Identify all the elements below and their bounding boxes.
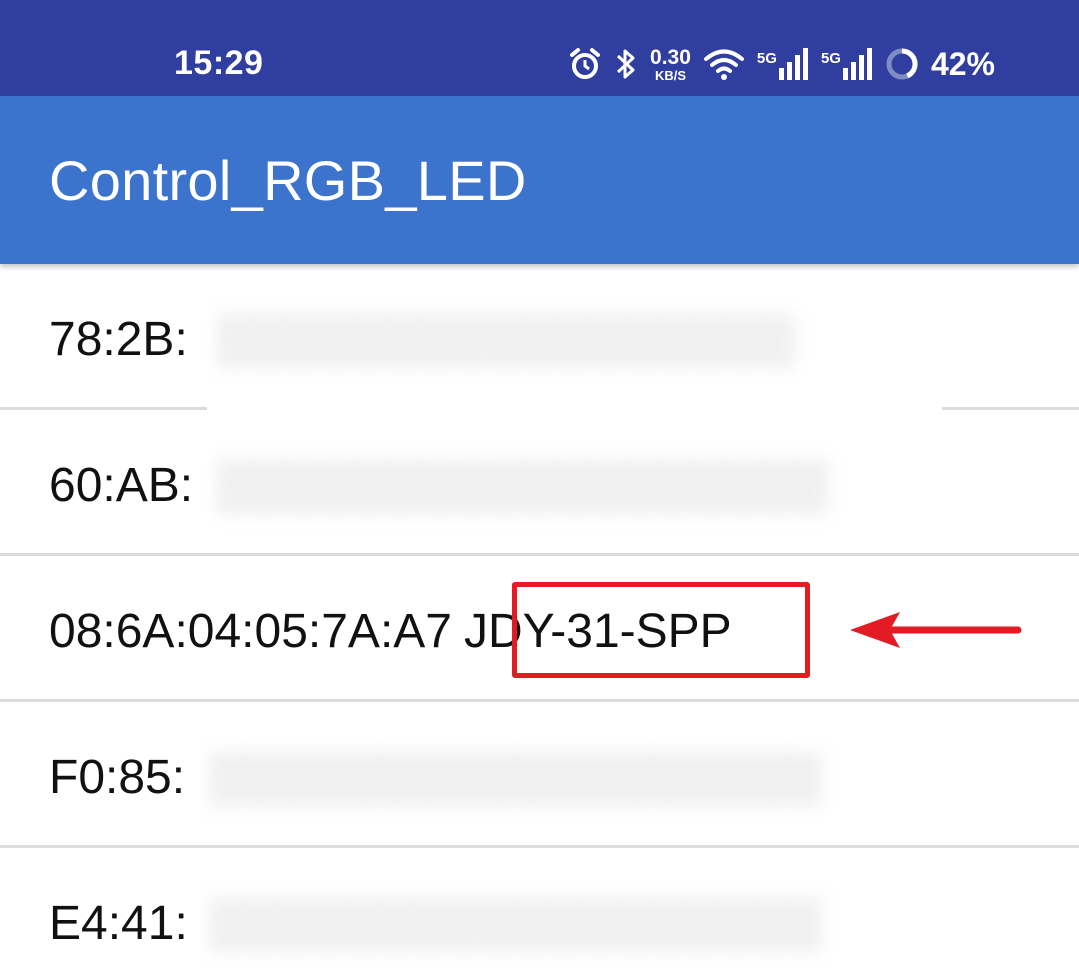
battery-ring-icon xyxy=(885,47,919,81)
signal-icon xyxy=(778,48,808,80)
device-address: 08:6A:04:05:7A:A7 xyxy=(49,605,452,658)
red-arrow-icon xyxy=(850,612,1022,648)
bluetooth-icon xyxy=(614,46,638,82)
device-row[interactable]: F0:85: ░░░░░░░░░░░░░░░░░░ xyxy=(0,702,1079,848)
highlight-box xyxy=(512,582,810,678)
device-address: 60:AB: xyxy=(49,459,194,512)
network-speed-value: 0.30 xyxy=(650,45,691,69)
redacted-device-info: ░░░░░░░░░░░░░░░░░░ xyxy=(200,702,945,845)
device-row[interactable]: 60:AB: ░░░░░░░░░░░░░░░░░░ xyxy=(0,410,1079,556)
status-time: 15:29 xyxy=(174,44,264,82)
device-address: 78:2B: xyxy=(49,313,188,366)
device-address: E4:41: xyxy=(49,897,188,950)
wifi-icon xyxy=(703,47,745,81)
app-screen: 15:29 0.30 KB/S 5G 5G 42% Control_RGB_LE… xyxy=(0,0,1079,977)
network-speed: 0.30 KB/S xyxy=(650,47,691,82)
redacted-device-info: ░░░░░░░░░░░░░░░░░░ xyxy=(200,848,945,977)
battery-percentage: 42% xyxy=(930,45,995,82)
device-row[interactable]: 78:2B: ░░░░░░░░░░░░░░░░░ xyxy=(0,264,1079,410)
app-title: Control_RGB_LED xyxy=(49,149,527,212)
sim2-signal: 5G xyxy=(821,48,873,80)
network-speed-unit: KB/S xyxy=(654,67,687,83)
device-row[interactable]: E4:41: ░░░░░░░░░░░░░░░░░░ xyxy=(0,848,1079,977)
sim2-network-type: 5G xyxy=(820,50,841,67)
sim1-signal: 5G xyxy=(757,48,809,80)
redacted-device-info: ░░░░░░░░░░░░░░░░░ xyxy=(207,278,942,410)
status-bar: 15:29 0.30 KB/S 5G 5G 42% xyxy=(0,0,1079,96)
sim1-network-type: 5G xyxy=(756,50,777,67)
redacted-device-info: ░░░░░░░░░░░░░░░░░░ xyxy=(207,410,942,553)
device-address: F0:85: xyxy=(49,751,186,804)
signal-icon xyxy=(842,48,872,80)
alarm-icon xyxy=(568,47,602,81)
app-bar: Control_RGB_LED xyxy=(0,96,1079,264)
status-icons: 0.30 KB/S 5G 5G 42% xyxy=(568,42,995,86)
